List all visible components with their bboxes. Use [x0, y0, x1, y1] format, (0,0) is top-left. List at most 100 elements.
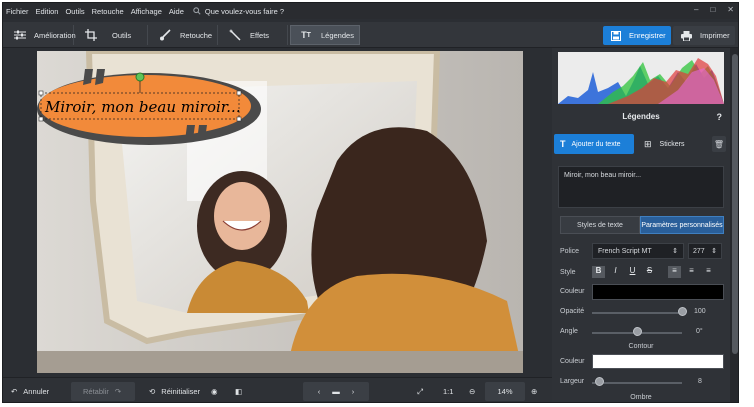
tab-label: Retouche — [180, 30, 213, 40]
font-size-value: 277 — [693, 247, 705, 255]
width-slider-knob[interactable] — [594, 377, 604, 386]
redo-label: Rétablir — [83, 387, 109, 396]
delete-button[interactable]: 🗑 — [712, 136, 726, 152]
tab-label: Légendes — [321, 30, 354, 40]
panel-scrollbar[interactable] — [730, 48, 738, 402]
actual-size-button[interactable]: 1:1 — [443, 382, 453, 401]
ratio-label: 1:1 — [443, 387, 454, 396]
tab-label: Paramètres personnalisés — [641, 221, 723, 229]
minimize-button[interactable]: – — [694, 5, 698, 14]
shadow-section-title: Ombre — [630, 394, 652, 401]
underline-button[interactable]: U — [626, 266, 639, 278]
add-text-button[interactable]: T Ajouter du texte — [554, 134, 634, 154]
font-size-stepper[interactable]: 277 ⇕ — [688, 243, 722, 259]
histogram — [558, 52, 724, 104]
style-label: Style — [560, 269, 576, 276]
italic-button[interactable]: I — [609, 266, 622, 278]
reset-label: Réinitialiser — [161, 387, 201, 396]
stickers-label: Stickers — [659, 140, 685, 148]
close-button[interactable]: ✕ — [727, 5, 734, 14]
strikethrough-button[interactable]: S — [643, 266, 656, 278]
save-button[interactable]: Enregistrer — [603, 26, 671, 45]
stepper-icon: ⇕ — [711, 248, 717, 255]
width-slider[interactable] — [592, 382, 682, 384]
contour-color-swatch[interactable] — [592, 354, 724, 369]
menu-retouch[interactable]: Retouche — [92, 7, 124, 16]
menu-view[interactable]: Affichage — [131, 7, 162, 16]
zoom-out-button[interactable]: ⊖ — [469, 382, 475, 401]
bottom-bar: ↶ Annuler Rétablir ↷ ⟲ Réinitialiser ◉ ◧… — [3, 377, 552, 402]
zoom-field[interactable]: 14% — [485, 382, 525, 401]
align-right-icon[interactable]: ≡ — [702, 266, 715, 278]
compare-button[interactable]: ◧ — [235, 382, 242, 401]
font-select[interactable]: French Script MT ⇕ — [592, 243, 684, 259]
undo-icon: ↶ — [11, 387, 18, 396]
image-canvas[interactable]: Miroir, mon beau miroir... — [7, 51, 546, 375]
main-toolbar: Amélioration Outils Retouche Effets TT L… — [3, 22, 738, 48]
stickers-button[interactable]: ⊞ Stickers — [638, 134, 710, 154]
fit-button[interactable]: ⤢ — [417, 382, 423, 401]
align-left-icon[interactable]: ≡ — [668, 266, 681, 278]
tab-custom-settings[interactable]: Paramètres personnalisés — [640, 216, 724, 234]
print-icon — [681, 30, 692, 41]
menu-edit[interactable]: Edition — [36, 7, 59, 16]
bold-button[interactable]: B — [592, 266, 605, 278]
tab-legendes[interactable]: TT Légendes — [290, 25, 360, 45]
add-text-label: Ajouter du texte — [571, 140, 621, 148]
brush-icon — [158, 29, 172, 41]
reset-button[interactable]: ⟲ Réinitialiser — [149, 382, 200, 401]
opacity-slider[interactable] — [592, 312, 682, 314]
folder-icon[interactable]: ▬ — [332, 387, 340, 396]
preview-button[interactable]: ◉ — [211, 382, 218, 401]
caption-text-input[interactable]: Miroir, mon beau miroir... — [558, 166, 724, 208]
maximize-button[interactable]: □ — [710, 5, 715, 14]
sliders-icon — [14, 29, 26, 41]
photo-image: Miroir, mon beau miroir... — [37, 51, 523, 373]
panel-title: Légendes — [622, 112, 660, 121]
reset-icon: ⟲ — [149, 387, 156, 396]
zoom-out-icon: ⊖ — [469, 387, 476, 396]
text-color-label: Couleur — [560, 288, 585, 295]
menu-tools[interactable]: Outils — [65, 7, 84, 16]
prev-icon[interactable]: ‹ — [318, 387, 321, 396]
width-label: Largeur — [560, 378, 585, 385]
scrollbar-thumb[interactable] — [732, 54, 738, 354]
undo-label: Annuler — [23, 387, 50, 396]
print-button[interactable]: Imprimer — [673, 26, 735, 45]
help-icon[interactable]: ? — [717, 112, 723, 122]
angle-label: Angle — [560, 328, 578, 335]
opacity-value: 100 — [694, 308, 706, 315]
tab-effets[interactable]: Effets — [220, 25, 288, 45]
text-icon: T — [560, 139, 566, 149]
menu-file[interactable]: Fichier — [6, 7, 29, 16]
width-value: 8 — [698, 378, 702, 385]
zoom-in-button[interactable]: ⊕ — [531, 382, 537, 401]
search-box[interactable]: Que voulez-vous faire ? — [193, 7, 284, 16]
chevron-updown-icon: ⇕ — [672, 248, 678, 255]
align-center-icon[interactable]: ≡ — [685, 266, 698, 278]
caption-text[interactable]: Miroir, mon beau miroir... — [44, 98, 241, 116]
menu-bar: Fichier Edition Outils Retouche Affichag… — [3, 3, 738, 19]
text-color-swatch[interactable] — [592, 284, 724, 300]
next-icon[interactable]: › — [352, 387, 355, 396]
redo-button[interactable]: Rétablir ↷ — [71, 382, 135, 401]
font-label: Police — [560, 248, 580, 255]
tab-amelioration[interactable]: Amélioration — [6, 25, 76, 45]
menu-help[interactable]: Aide — [169, 7, 184, 16]
tab-text-styles[interactable]: Styles de texte — [560, 216, 640, 234]
text-icon: TT — [301, 30, 311, 40]
undo-button[interactable]: ↶ Annuler — [11, 382, 49, 401]
opacity-slider-knob[interactable] — [677, 307, 687, 316]
tab-outils[interactable]: Outils — [76, 25, 148, 45]
font-value: French Script MT — [598, 247, 652, 255]
caption-input-value: Miroir, mon beau miroir... — [564, 172, 642, 179]
search-placeholder: Que voulez-vous faire ? — [204, 6, 285, 16]
redo-icon: ↷ — [114, 387, 122, 396]
photo[interactable]: Miroir, mon beau miroir... — [37, 51, 523, 373]
zoom-value: 14% — [497, 387, 513, 396]
tab-label: Styles de texte — [577, 221, 623, 229]
tab-retouche[interactable]: Retouche — [150, 25, 218, 45]
navigation-group: ‹ ▬ › — [303, 382, 369, 401]
print-label: Imprimer — [700, 31, 730, 40]
angle-slider-knob[interactable] — [632, 327, 642, 336]
